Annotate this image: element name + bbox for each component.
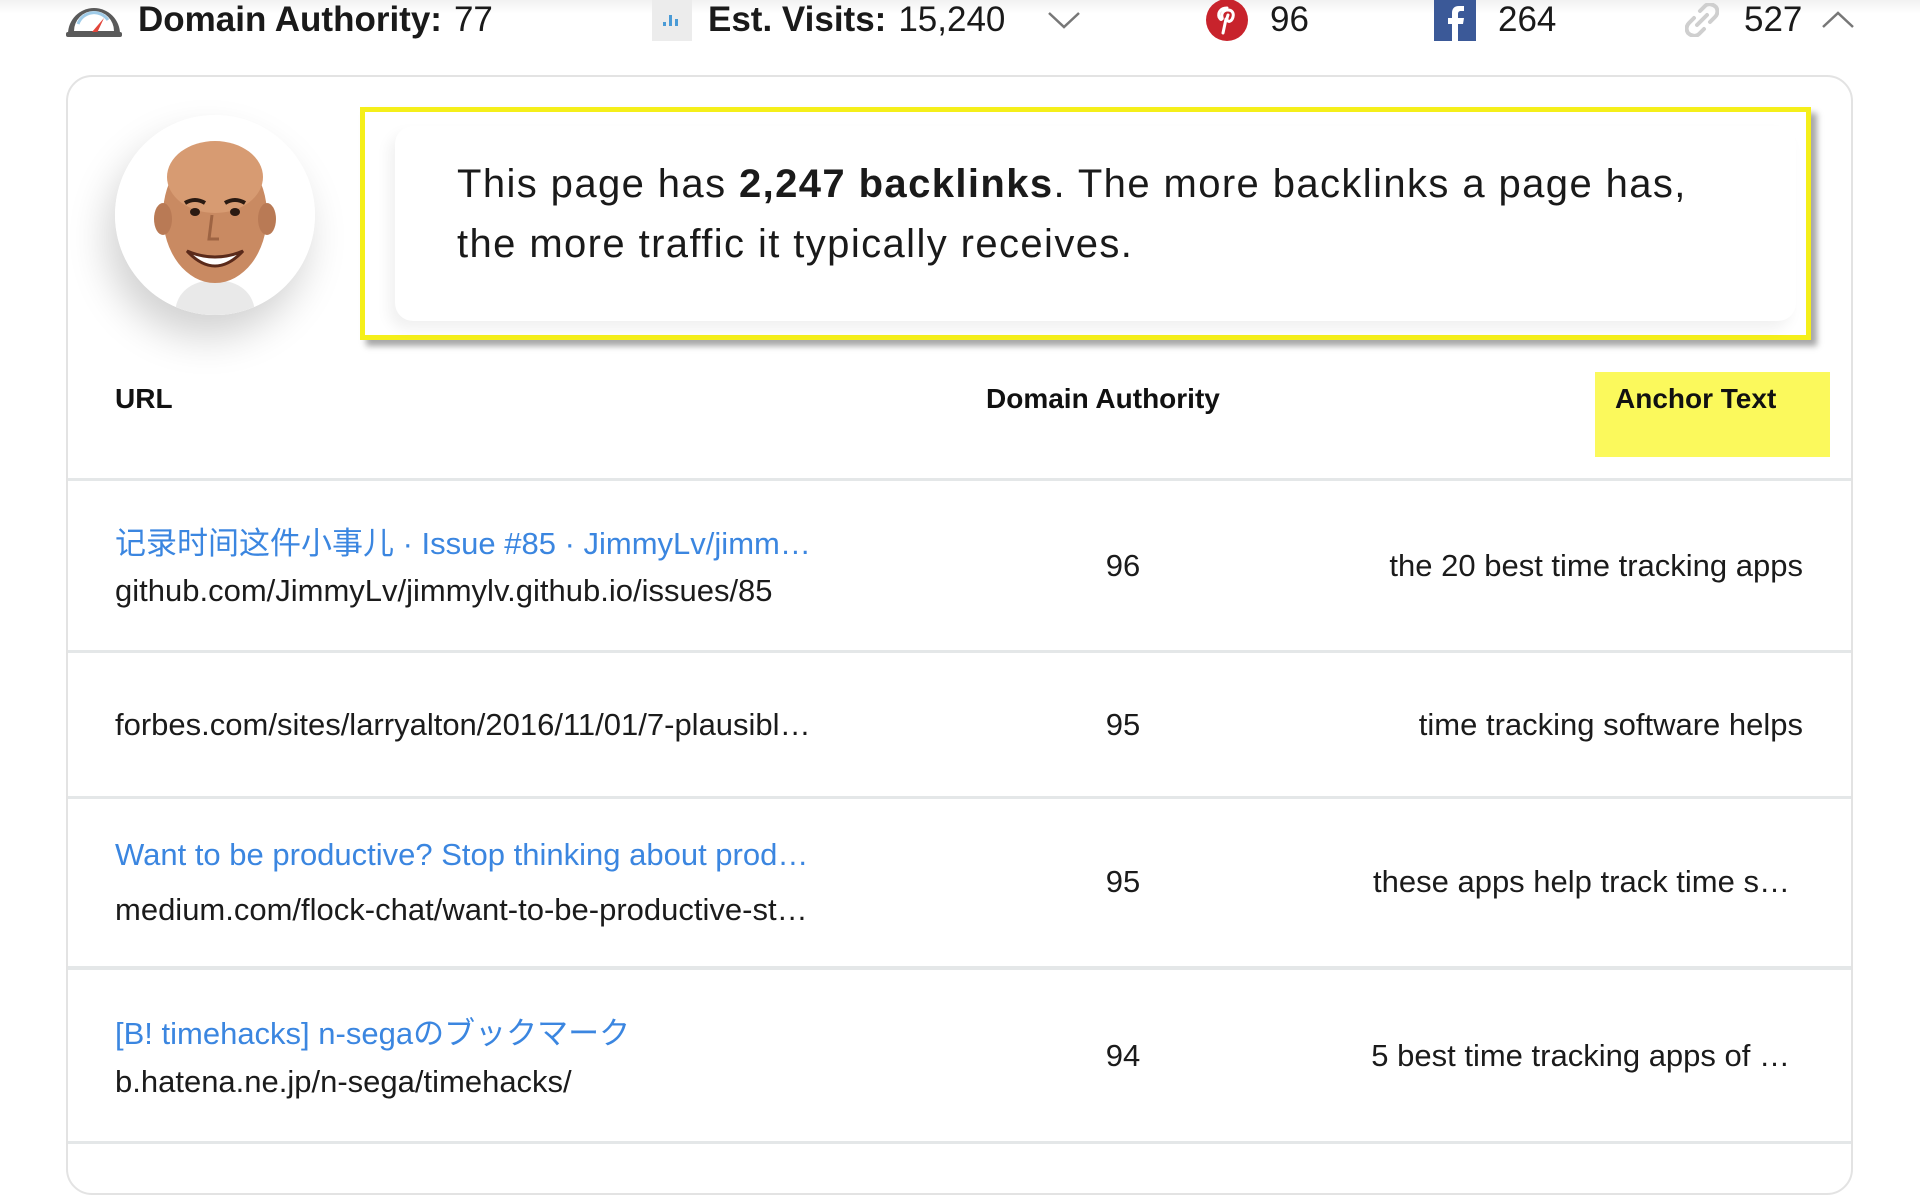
row-divider: [68, 966, 1851, 970]
row-anchor-text: the 20 best time tracking apps: [1389, 548, 1803, 583]
facebook-count: 264: [1498, 0, 1557, 39]
est-visits-label: Est. Visits:: [708, 0, 887, 39]
row-divider: [68, 650, 1851, 653]
row-divider: [68, 1141, 1851, 1144]
column-header-url[interactable]: URL: [115, 383, 173, 415]
row-anchor-text: 5 best time tracking apps of …: [1371, 1038, 1790, 1073]
domain-authority-value: 77: [453, 0, 493, 39]
facebook-stat: 264: [1434, 0, 1557, 41]
row-divider: [68, 796, 1851, 799]
row-title-link[interactable]: 记录时间这件小事儿 · Issue #85 · JimmyLv/jimm…: [115, 518, 811, 563]
facebook-icon: [1434, 0, 1476, 41]
row-url: forbes.com/sites/larryalton/2016/11/01/7…: [115, 707, 811, 742]
chevron-up-icon[interactable]: [1818, 2, 1858, 38]
row-anchor-text: time tracking software helps: [1418, 707, 1803, 742]
row-title-link[interactable]: Want to be productive? Stop thinking abo…: [115, 837, 808, 873]
est-visits-value: 15,240: [898, 0, 1006, 39]
row-url: github.com/JimmyLv/jimmylv.github.io/iss…: [115, 573, 773, 608]
row-domain-authority: 94: [1105, 1038, 1141, 1073]
callout-text: This page has 2,247 backlinks. The more …: [457, 162, 1687, 266]
row-url: medium.com/flock-chat/want-to-be-product…: [115, 892, 808, 927]
row-divider: [68, 478, 1851, 481]
row-domain-authority: 95: [1105, 707, 1141, 742]
links-count: 527: [1744, 0, 1803, 39]
avatar: [115, 115, 315, 315]
est-visits-stat: Est. Visits: 15,240: [652, 0, 1006, 41]
person-portrait-icon: [115, 115, 315, 315]
row-url: b.hatena.ne.jp/n-sega/timehacks/: [115, 1064, 572, 1099]
row-title-link[interactable]: [B! timehacks] n-segaのブックマーク: [115, 1008, 630, 1053]
chevron-down-icon[interactable]: [1044, 2, 1084, 38]
domain-authority-stat: Domain Authority: 77: [64, 0, 493, 40]
backlinks-callout: This page has 2,247 backlinks. The more …: [360, 107, 1811, 340]
gauge-icon: [64, 0, 124, 40]
backlink-count: 2,247 backlinks: [738, 162, 1054, 206]
bar-chart-icon: [652, 0, 692, 41]
stats-bar: Domain Authority: 77 Est. Visits: 15,240…: [0, 0, 1920, 44]
pinterest-stat: 96: [1206, 0, 1309, 41]
domain-authority-label: Domain Authority:: [138, 0, 442, 39]
row-domain-authority: 95: [1105, 864, 1141, 899]
pinterest-count: 96: [1270, 0, 1309, 39]
column-header-domain-authority[interactable]: Domain Authority: [986, 383, 1220, 415]
row-anchor-text: these apps help track time s…: [1373, 864, 1790, 899]
link-icon: [1684, 0, 1720, 40]
column-header-anchor-text[interactable]: Anchor Text: [1615, 383, 1776, 415]
links-stat: 527: [1684, 0, 1802, 40]
row-domain-authority: 96: [1105, 548, 1141, 583]
pinterest-icon: [1206, 0, 1248, 41]
